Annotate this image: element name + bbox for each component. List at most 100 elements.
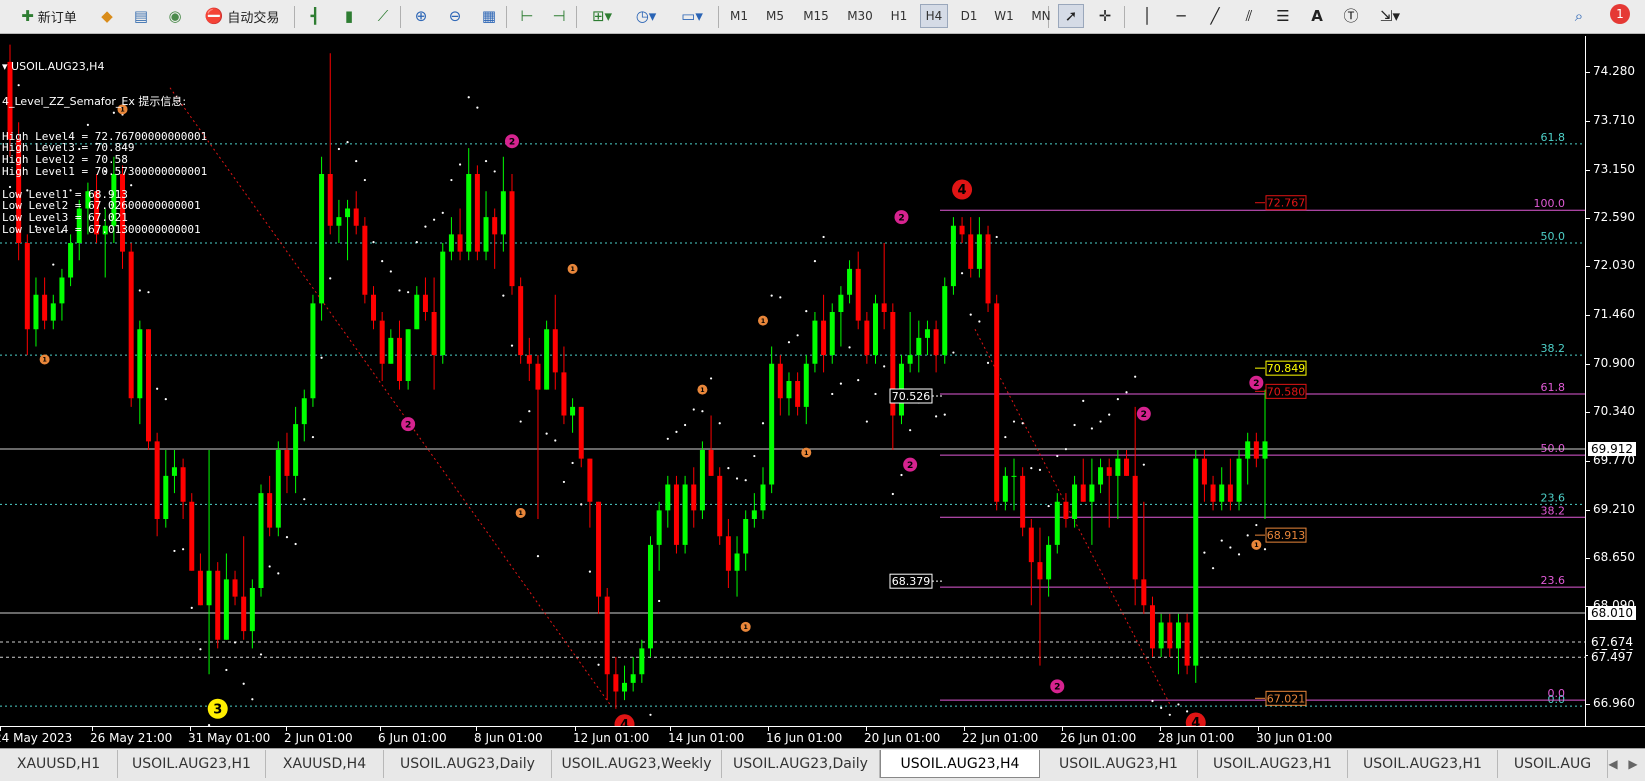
bar-chart-button[interactable]: ┫ (302, 4, 328, 28)
price-chart[interactable]: 61.8 50.0 38.2 23.6 0.0 100.0 61.8 50.0 38.2 23.6… (0, 36, 1585, 726)
search-button[interactable]: ⌕ (1566, 4, 1592, 28)
candle-body (1184, 622, 1190, 666)
time-axis[interactable]: 24 May 2023 26 May 21:00 31 May 01:00 2 Jun… (0, 726, 1645, 748)
candle-body (1167, 622, 1173, 649)
chart-tab[interactable]: USOIL.AUG23,H1 (1198, 750, 1348, 778)
indicators-button[interactable]: ⊞▾ (584, 4, 620, 28)
candle-body (310, 303, 316, 399)
semafor-label: 2 (907, 461, 913, 471)
candle-body (336, 217, 342, 226)
toolbar-separator (294, 6, 295, 28)
candlestick-button[interactable]: ▮ (336, 4, 362, 28)
candle-body (855, 268, 861, 321)
sar-dot (199, 648, 202, 651)
crosshair-button[interactable]: ✛ (1092, 4, 1118, 28)
time-axis-label: 28 Jun 01:00 (1158, 731, 1235, 745)
sar-dot (1211, 567, 1215, 570)
market-watch-button[interactable]: ◆ (94, 4, 120, 28)
cursor-button[interactable]: ➚ (1058, 4, 1084, 28)
chart-shift-icon: ⊢ (520, 6, 534, 25)
price-axis-label: 70.340 (1593, 404, 1635, 419)
candle-body (1072, 484, 1078, 519)
line-chart-button[interactable]: ⟋ (370, 4, 396, 28)
tab-scroll-right-icon[interactable]: ▶ (1624, 755, 1642, 773)
tab-scroll-left-icon[interactable]: ◀ (1604, 755, 1622, 773)
sar-dot (433, 218, 436, 221)
equidistant-channel-button[interactable]: ⫽ (1236, 4, 1262, 28)
sar-dot (709, 377, 713, 380)
candle-body (950, 225, 956, 287)
templates-button[interactable]: ▭▾ (672, 4, 712, 28)
chart-tab[interactable]: USOIL.AUG23,H4 (880, 750, 1040, 778)
new-order-button[interactable]: ✚ 新订单 (8, 4, 90, 28)
candle-body (1054, 501, 1060, 545)
candle-body (275, 450, 281, 528)
chart-tab[interactable]: USOIL.AUG23,H1 (1040, 750, 1198, 778)
chart-shift-button[interactable]: ⊢ (514, 4, 540, 28)
market-watch-icon: ◆ (101, 6, 113, 25)
fibonacci-button[interactable]: ☰ (1270, 4, 1296, 28)
chart-tab[interactable]: XAUUSD,H4 (266, 750, 384, 778)
sar-dot (484, 159, 488, 163)
candle-body (206, 570, 212, 606)
candle-body (1106, 467, 1112, 476)
periods-button[interactable]: ◷▾ (628, 4, 664, 28)
timeframe-mn-button[interactable]: MN (1026, 4, 1056, 28)
sar-dot (1082, 399, 1085, 402)
timeframe-w1-button[interactable]: W1 (990, 4, 1018, 28)
data-window-button[interactable]: ▤ (128, 4, 154, 28)
timeframe-h1-button[interactable]: H1 (886, 4, 912, 28)
timeframe-d1-button[interactable]: D1 (956, 4, 982, 28)
timeframe-m1-button[interactable]: M1 (726, 4, 752, 28)
price-axis[interactable]: 74.280 73.710 73.150 72.590 72.030 71.460 70.9… (1585, 36, 1645, 726)
candle-body (353, 208, 359, 226)
text-icon: A (1311, 6, 1323, 25)
sar-dot (1004, 435, 1007, 439)
chart-tab[interactable]: USOIL.AUG (1498, 750, 1608, 778)
chart-tab[interactable]: USOIL.AUG23,Daily (384, 750, 552, 778)
sar-dot (233, 641, 237, 644)
sar-dot (536, 554, 540, 558)
semafor-label: 1 (761, 317, 766, 325)
sar-dot (1142, 463, 1145, 466)
navigator-button[interactable]: ◉ (162, 4, 188, 28)
arrows-button[interactable]: ⇲▾ (1372, 4, 1408, 28)
candle-body (379, 320, 385, 364)
vertical-line-button[interactable]: │ (1134, 4, 1160, 28)
candle-body (440, 251, 446, 356)
toolbar: ✚ 新订单 ◆ ▤ ◉ ⛔ 自动交易 ┫ ▮ ⟋ ⊕ ⊖ ▦ ⊢ ⊣ ⊞▾ ◷▾… (0, 0, 1645, 34)
semafor-label: 2 (1054, 682, 1060, 692)
chart-tab[interactable]: USOIL.AUG23,H1 (118, 750, 266, 778)
timeframe-m5-button[interactable]: M5 (760, 4, 790, 28)
price-level-label: 67.497 (1588, 650, 1636, 665)
trendline-button[interactable]: ╱ (1202, 4, 1228, 28)
sar-dot (1177, 703, 1180, 706)
trendline-icon: ╱ (1210, 6, 1220, 25)
chart-tab[interactable]: USOIL.AUG23,Daily (722, 750, 880, 778)
crosshair-icon: ✛ (1098, 6, 1112, 25)
zoom-in-button[interactable]: ⊕ (408, 4, 434, 28)
text-button[interactable]: A (1304, 4, 1330, 28)
timeframe-m15-button[interactable]: M15 (798, 4, 834, 28)
text-label-button[interactable]: Ⓣ (1338, 4, 1364, 28)
autoscroll-button[interactable]: ⊣ (546, 4, 572, 28)
notification-badge[interactable]: 1 (1610, 4, 1630, 24)
sar-dot (692, 408, 695, 411)
candle-body (1046, 544, 1052, 580)
chart-tab[interactable]: USOIL.AUG23,Weekly (552, 750, 722, 778)
auto-trading-button[interactable]: ⛔ 自动交易 (196, 4, 288, 28)
candle-body (673, 484, 679, 545)
horizontal-line-button[interactable]: ─ (1168, 4, 1194, 28)
timeframe-h4-button[interactable]: H4 (920, 4, 948, 28)
tile-windows-button[interactable]: ▦ (476, 4, 502, 28)
chart-tab[interactable]: USOIL.AUG23,H1 (1348, 750, 1498, 778)
zoom-out-button[interactable]: ⊖ (442, 4, 468, 28)
timeframe-m30-button[interactable]: M30 (842, 4, 878, 28)
candle-body (552, 329, 558, 373)
sar-dot (839, 382, 842, 385)
candle-body (864, 320, 870, 356)
sar-dot (588, 570, 591, 573)
chart-tab[interactable]: XAUUSD,H1 (0, 750, 118, 778)
candle-body (1063, 501, 1069, 519)
semafor-label: 1 (1254, 541, 1259, 549)
